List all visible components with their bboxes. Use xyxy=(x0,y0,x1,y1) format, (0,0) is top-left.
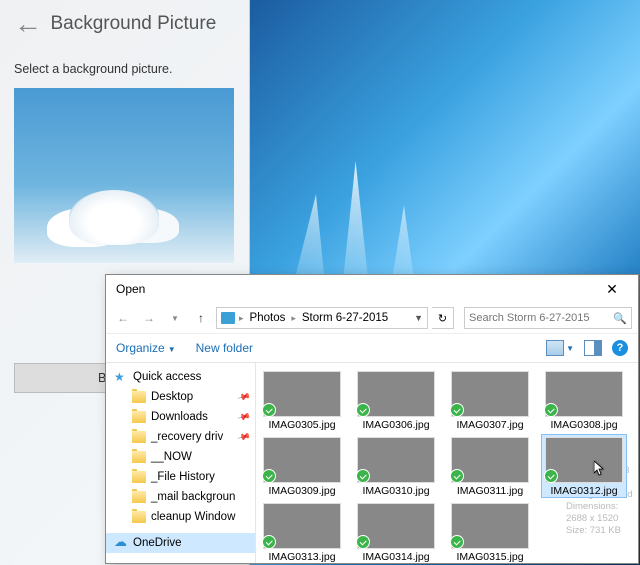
tree-item-label: _mail backgroun xyxy=(151,491,235,503)
tree-item[interactable]: _mail backgroun xyxy=(106,487,255,507)
file-thumbnail[interactable]: IMAG0312.jpg xyxy=(542,435,626,497)
organize-menu[interactable]: Organize▼ xyxy=(116,341,176,355)
refresh-icon[interactable]: ↻ xyxy=(432,307,454,329)
nav-up-icon[interactable]: ↑ xyxy=(190,307,212,329)
file-thumbnail[interactable]: IMAG0310.jpg xyxy=(354,435,438,497)
tree-item[interactable]: Desktop 📌 xyxy=(106,387,255,407)
sync-check-icon xyxy=(356,469,370,483)
folder-icon xyxy=(132,451,146,463)
sync-check-icon xyxy=(544,403,558,417)
panel-title: Background Picture xyxy=(50,13,216,34)
file-name: IMAG0313.jpg xyxy=(268,551,335,563)
close-icon[interactable]: ✕ xyxy=(592,281,632,298)
file-thumbnail[interactable]: IMAG0309.jpg xyxy=(260,435,344,497)
file-thumbnail[interactable]: IMAG0308.jpg xyxy=(542,369,626,431)
folder-icon xyxy=(132,471,146,483)
sync-check-icon xyxy=(450,535,464,549)
nav-forward-icon: → xyxy=(138,307,160,329)
tree-item[interactable]: cleanup Window xyxy=(106,507,255,527)
chevron-down-icon[interactable]: ▼ xyxy=(164,307,186,329)
nav-row: ← → ▼ ↑ ▸ Photos ▸ Storm 6-27-2015 ▼ ↻ 🔍 xyxy=(106,303,638,333)
file-thumbnail[interactable]: IMAG0305.jpg xyxy=(260,369,344,431)
search-icon[interactable]: 🔍 xyxy=(613,312,627,325)
preview-pane-button[interactable] xyxy=(584,340,602,356)
search-box[interactable]: 🔍 xyxy=(464,307,632,329)
tree-item[interactable]: Downloads 📌 xyxy=(106,407,255,427)
file-name: IMAG0311.jpg xyxy=(457,485,523,497)
dialog-title: Open xyxy=(112,282,592,296)
sync-check-icon xyxy=(450,469,464,483)
sync-check-icon xyxy=(262,469,276,483)
file-name: IMAG0305.jpg xyxy=(268,419,335,431)
file-name: IMAG0308.jpg xyxy=(550,419,617,431)
sync-check-icon xyxy=(450,403,464,417)
folder-icon xyxy=(132,391,146,403)
file-name: IMAG0314.jpg xyxy=(362,551,429,563)
tree-item-label: cleanup Window xyxy=(151,511,235,523)
folder-icon xyxy=(132,511,146,523)
tree-item-label: Desktop xyxy=(151,391,193,403)
tree-item[interactable]: _File History xyxy=(106,467,255,487)
panel-instruction: Select a background picture. xyxy=(14,62,235,76)
file-name: IMAG0306.jpg xyxy=(362,419,429,431)
tree-item[interactable]: _recovery driv 📌 xyxy=(106,427,255,447)
breadcrumb-sep: ▸ xyxy=(291,313,296,324)
tree-onedrive[interactable]: ☁ OneDrive xyxy=(106,533,255,553)
file-name: IMAG0312.jpg xyxy=(550,485,617,497)
bg-preview-thumbnail[interactable] xyxy=(14,88,234,263)
command-bar: Organize▼ New folder ▼ ? xyxy=(106,333,638,363)
pin-icon: 📌 xyxy=(236,429,251,444)
folder-icon xyxy=(132,431,146,443)
nav-tree: ★ Quick access Desktop📌Downloads📌_recove… xyxy=(106,363,256,563)
file-thumbnail[interactable]: IMAG0306.jpg xyxy=(354,369,438,431)
tree-item-label: _File History xyxy=(151,471,215,483)
tree-item-label: Downloads xyxy=(151,411,208,423)
file-thumbnail[interactable]: IMAG0314.jpg xyxy=(354,501,438,563)
tree-item-label: __NOW xyxy=(151,451,192,463)
chevron-down-icon[interactable]: ▼ xyxy=(566,344,574,353)
breadcrumb-seg[interactable]: Photos xyxy=(248,312,288,324)
onedrive-icon: ☁ xyxy=(114,537,128,549)
sync-check-icon xyxy=(356,403,370,417)
file-thumbnail[interactable]: IMAG0307.jpg xyxy=(448,369,532,431)
view-options-button[interactable] xyxy=(546,340,564,356)
sync-check-icon xyxy=(262,535,276,549)
search-input[interactable] xyxy=(469,312,613,324)
new-folder-button[interactable]: New folder xyxy=(196,341,253,355)
file-thumbnail[interactable]: IMAG0315.jpg xyxy=(448,501,532,563)
file-name: IMAG0307.jpg xyxy=(456,419,523,431)
sync-check-icon xyxy=(262,403,276,417)
chevron-down-icon: ▼ xyxy=(168,345,176,354)
folder-icon xyxy=(132,491,146,503)
sync-check-icon xyxy=(544,469,558,483)
photos-folder-icon xyxy=(221,312,235,324)
address-bar[interactable]: ▸ Photos ▸ Storm 6-27-2015 ▼ xyxy=(216,307,428,329)
pin-icon: 📌 xyxy=(236,389,251,404)
star-icon: ★ xyxy=(114,371,128,383)
breadcrumb-seg[interactable]: Storm 6-27-2015 xyxy=(300,312,390,324)
breadcrumb-sep: ▸ xyxy=(239,313,244,324)
file-grid: Date taken: 6/27/2015 9:03 PM Rating: Un… xyxy=(256,363,638,563)
help-icon[interactable]: ? xyxy=(612,340,628,356)
tree-item-label: _recovery driv xyxy=(151,431,223,443)
file-name: IMAG0315.jpg xyxy=(456,551,523,563)
file-open-dialog: Open ✕ ← → ▼ ↑ ▸ Photos ▸ Storm 6-27-201… xyxy=(105,274,639,564)
back-icon[interactable]: ← xyxy=(14,8,42,39)
file-thumbnail[interactable]: IMAG0311.jpg xyxy=(448,435,532,497)
dialog-titlebar: Open ✕ xyxy=(106,275,638,303)
nav-back-icon[interactable]: ← xyxy=(112,307,134,329)
file-name: IMAG0310.jpg xyxy=(362,485,429,497)
pin-icon: 📌 xyxy=(236,409,251,424)
tree-quick-access[interactable]: ★ Quick access xyxy=(106,367,255,387)
file-name: IMAG0309.jpg xyxy=(268,485,335,497)
tree-this-pc[interactable]: 💻 This PC xyxy=(106,559,255,563)
file-thumbnail[interactable]: IMAG0313.jpg xyxy=(260,501,344,563)
tree-item[interactable]: __NOW xyxy=(106,447,255,467)
sync-check-icon xyxy=(356,535,370,549)
folder-icon xyxy=(132,411,146,423)
chevron-down-icon[interactable]: ▼ xyxy=(414,313,423,323)
